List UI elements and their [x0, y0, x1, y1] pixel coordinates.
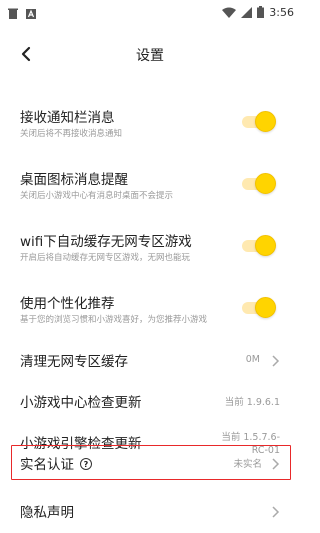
setting-row-center-update[interactable]: 小游戏中心检查更新 当前 1.9.6.1	[0, 387, 300, 417]
engine-version-line1: 当前 1.5.7.6-	[221, 432, 280, 443]
chevron-right-icon	[270, 504, 280, 518]
personalized-toggle[interactable]	[242, 296, 276, 318]
realname-status-value: 未实名	[233, 459, 262, 470]
toggle-knob	[255, 173, 276, 194]
toggle-knob	[255, 297, 276, 318]
setting-desc: 开启后将自动缓存无网专区游戏，无网也能玩	[20, 253, 191, 263]
setting-title: 隐私声明	[20, 505, 74, 521]
setting-title: 接收通知栏消息	[20, 110, 115, 126]
setting-row-clear-cache[interactable]: 清理无网专区缓存 0M	[0, 346, 300, 376]
setting-title: 使用个性化推荐	[20, 296, 115, 312]
setting-title: 清理无网专区缓存	[20, 354, 128, 370]
setting-row-realname[interactable]: 实名认证? 未实名	[0, 448, 300, 478]
signal-icon	[241, 3, 253, 22]
help-icon[interactable]: ?	[80, 458, 92, 470]
notification-toggle[interactable]	[242, 110, 276, 132]
wifi-cache-toggle[interactable]	[242, 234, 276, 256]
setting-row-personalized: 使用个性化推荐 基于您的浏览习惯和小游戏喜好，为您推荐小游戏	[0, 284, 300, 332]
battery-icon	[257, 3, 265, 22]
setting-title: 实名认证	[20, 457, 74, 473]
toggle-knob	[255, 111, 276, 132]
header: 设置	[0, 36, 300, 76]
setting-title: 桌面图标消息提醒	[20, 172, 128, 188]
chevron-right-icon	[270, 456, 280, 470]
setting-row-privacy[interactable]: 隐私声明	[0, 496, 300, 526]
wifi-icon	[222, 3, 237, 22]
toggle-knob	[255, 235, 276, 256]
center-version-value: 当前 1.9.6.1	[224, 397, 280, 408]
cache-size-value: 0M	[245, 354, 260, 365]
setting-row-wifi-cache: wifi下自动缓存无网专区游戏 开启后将自动缓存无网专区游戏，无网也能玩	[0, 222, 300, 270]
status-bar: 3:56	[0, 0, 300, 22]
setting-desc: 关闭后将不再接收消息通知	[20, 129, 123, 139]
setting-row-desktop-badge: 桌面图标消息提醒 关闭后小游戏中心有消息时桌面不会提示	[0, 160, 300, 208]
page-title: 设置	[136, 48, 164, 64]
chevron-right-icon	[270, 353, 280, 367]
desktop-badge-toggle[interactable]	[242, 172, 276, 194]
setting-row-notification: 接收通知栏消息 关闭后将不再接收消息通知	[0, 98, 300, 146]
setting-desc: 基于您的浏览习惯和小游戏喜好，为您推荐小游戏	[20, 315, 208, 325]
setting-desc: 关闭后小游戏中心有消息时桌面不会提示	[20, 191, 174, 201]
app-a-icon	[26, 4, 36, 23]
status-time: 3:56	[269, 6, 294, 19]
notification-trash-icon	[8, 4, 18, 23]
realname-title: 实名认证?	[20, 453, 92, 473]
setting-title: wifi下自动缓存无网专区游戏	[20, 234, 192, 250]
setting-title: 小游戏中心检查更新	[20, 395, 142, 411]
